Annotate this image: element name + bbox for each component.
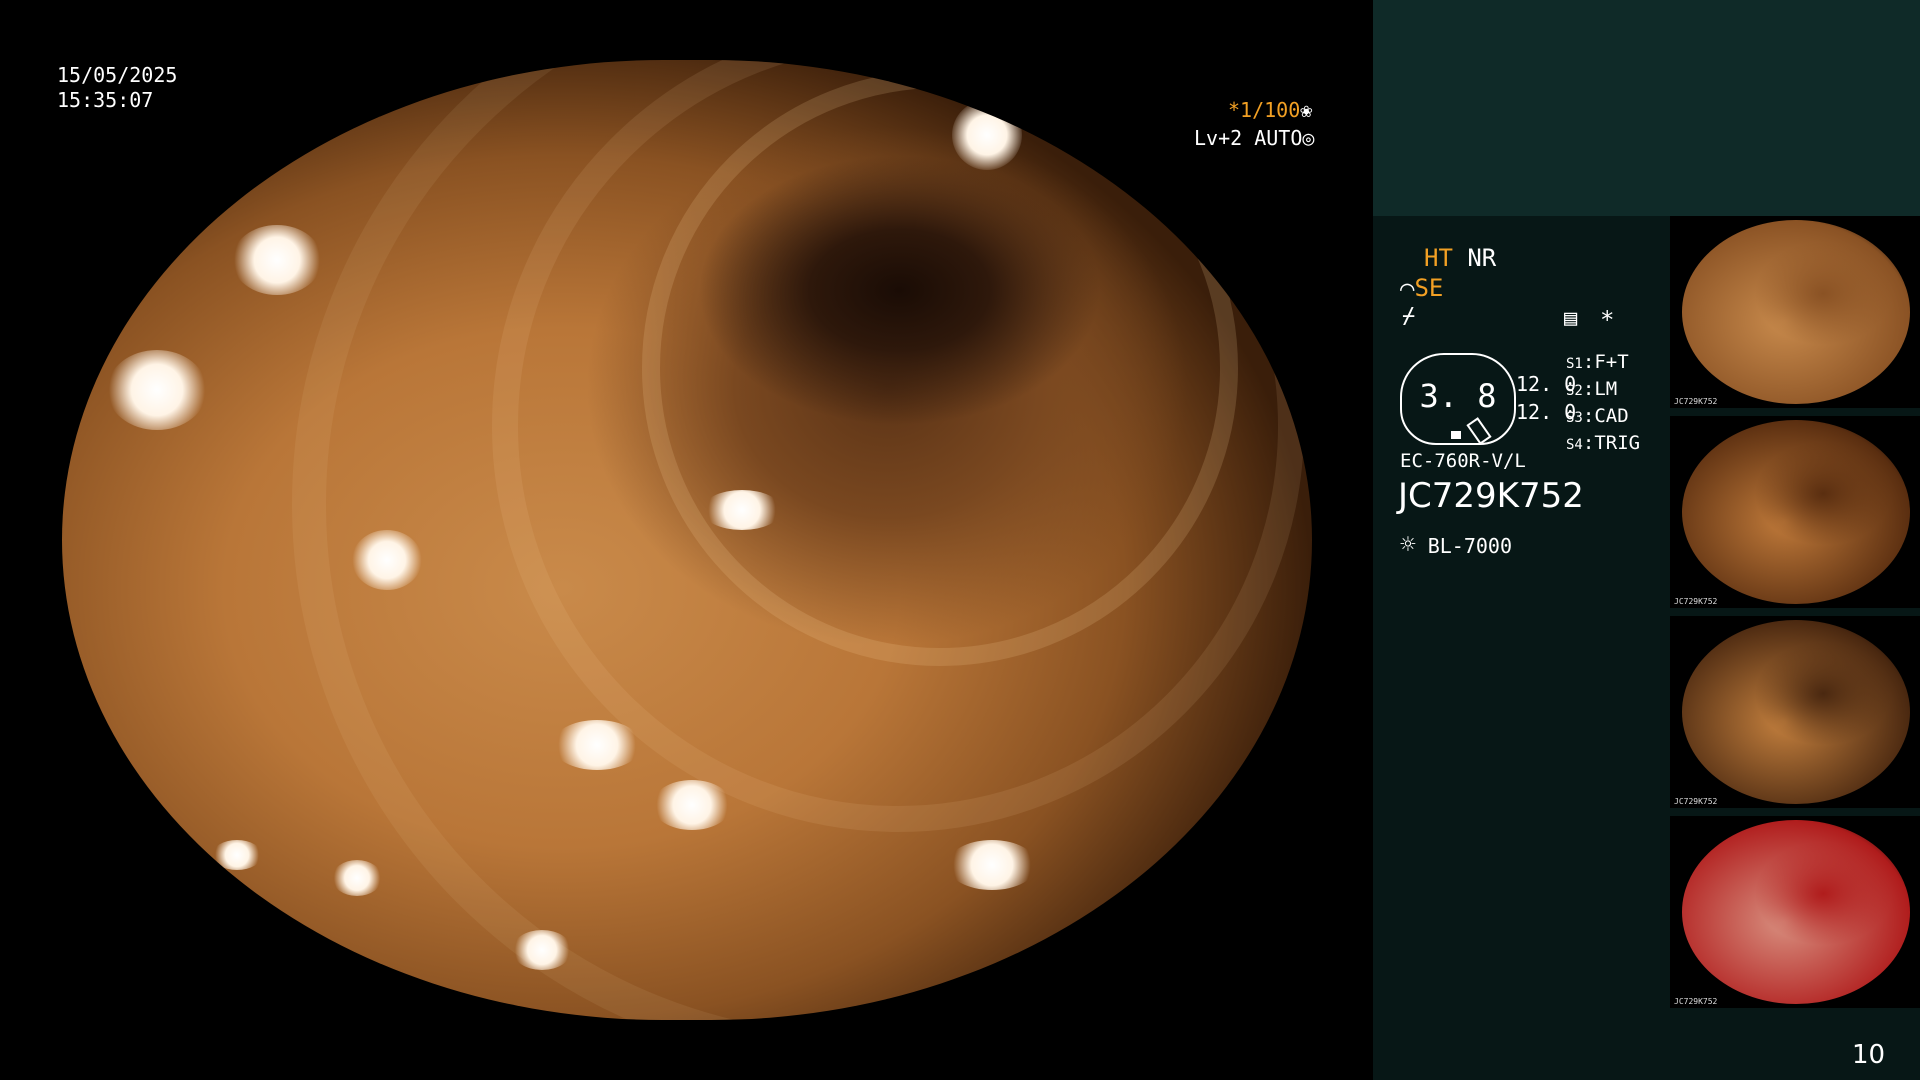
switch-key: S1 xyxy=(1566,356,1583,372)
date-label: 15/05/2025 xyxy=(57,63,178,87)
page-number: 10 xyxy=(1852,1040,1886,1070)
panel-header xyxy=(1373,0,1920,216)
exposure-indicator: Lv+2 AUTO◎ xyxy=(1194,126,1314,151)
switch-list: S1:F+T S2:LM S3:CAD S4:TRIG xyxy=(1566,350,1640,458)
endoscope-live-view xyxy=(62,60,1312,1020)
specular-highlight xyxy=(107,350,207,430)
specular-highlight xyxy=(702,490,782,530)
mode-ht: HT xyxy=(1424,244,1453,272)
scope-model: EC-760R-V/L xyxy=(1400,450,1526,472)
switch-value: LM xyxy=(1594,378,1618,400)
specular-highlight xyxy=(952,100,1022,170)
thumbnail[interactable]: JC729K752 xyxy=(1670,216,1920,408)
thumbnail-image xyxy=(1682,220,1910,404)
light-source-label: BL-7000 xyxy=(1427,534,1512,558)
specular-highlight xyxy=(212,840,262,870)
switch-item: S4:TRIG xyxy=(1566,432,1641,454)
gauge-marker xyxy=(1451,431,1461,439)
specular-highlight xyxy=(512,930,572,970)
thumbnail-caption: JC729K752 xyxy=(1674,997,1718,1006)
se-label: SE xyxy=(1414,274,1444,302)
switch-value: CAD xyxy=(1594,405,1629,427)
specular-highlight xyxy=(332,860,382,896)
thumbnail-image xyxy=(1682,420,1910,604)
specular-highlight xyxy=(352,530,422,590)
memory-icon: ▤ xyxy=(1564,306,1578,331)
switch-value: F+T xyxy=(1594,351,1629,373)
thumbnail-image xyxy=(1682,820,1910,1004)
captured-images-list: JC729K752 JC729K752 JC729K752 JC729K752 xyxy=(1670,216,1920,1016)
switch-value: TRIG xyxy=(1594,432,1641,454)
switch-item: S3:CAD xyxy=(1566,405,1629,427)
shutter-speed: *1/100 xyxy=(1228,98,1301,122)
specular-highlight xyxy=(232,225,322,295)
thumbnail-image xyxy=(1682,620,1910,804)
thumbnail-caption: JC729K752 xyxy=(1674,797,1718,806)
thumbnail[interactable]: JC729K752 xyxy=(1670,616,1920,808)
scope-serial: JC729K752 xyxy=(1398,476,1584,516)
auto-label: AUTO xyxy=(1254,126,1303,150)
star-indicator: * xyxy=(1600,306,1615,334)
light-source-row: ☼ BL-7000 xyxy=(1400,530,1512,560)
mode-nr: NR xyxy=(1467,244,1497,272)
se-icon: ⌒ xyxy=(1400,274,1415,302)
thumbnail-caption: JC729K752 xyxy=(1674,597,1718,606)
mode-row: HT NR xyxy=(1424,244,1496,272)
thumbnail[interactable]: JC729K752 xyxy=(1670,816,1920,1008)
mucosal-fold xyxy=(292,60,1312,1020)
se-row: ⌒SE xyxy=(1400,274,1443,302)
thumbnail-caption: JC729K752 xyxy=(1674,397,1718,406)
switch-key: S3 xyxy=(1566,410,1583,426)
switch-item: S1:F+T xyxy=(1566,351,1629,373)
switch-key: S2 xyxy=(1566,383,1583,399)
exposure-level: Lv+2 xyxy=(1194,126,1243,150)
switch-item: S2:LM xyxy=(1566,378,1618,400)
gauge-pointer-icon xyxy=(1466,417,1492,445)
gauge-value: 3. 8 xyxy=(1419,377,1497,415)
shutter-icon: ❀ xyxy=(1300,98,1313,122)
shutter-indicator: *1/100❀ xyxy=(1228,98,1312,123)
time-label: 15:35:07 xyxy=(57,88,154,112)
zoom-gauge: 3. 8 xyxy=(1400,353,1516,445)
freeze-icon: ⌿ xyxy=(1402,304,1416,329)
specular-highlight xyxy=(652,780,732,830)
thumbnail[interactable]: JC729K752 xyxy=(1670,416,1920,608)
auto-icon: ◎ xyxy=(1302,126,1315,150)
switch-key: S4 xyxy=(1566,437,1583,453)
specular-highlight xyxy=(552,720,642,770)
light-source-icon: ☼ xyxy=(1400,530,1416,560)
specular-highlight xyxy=(947,840,1037,890)
